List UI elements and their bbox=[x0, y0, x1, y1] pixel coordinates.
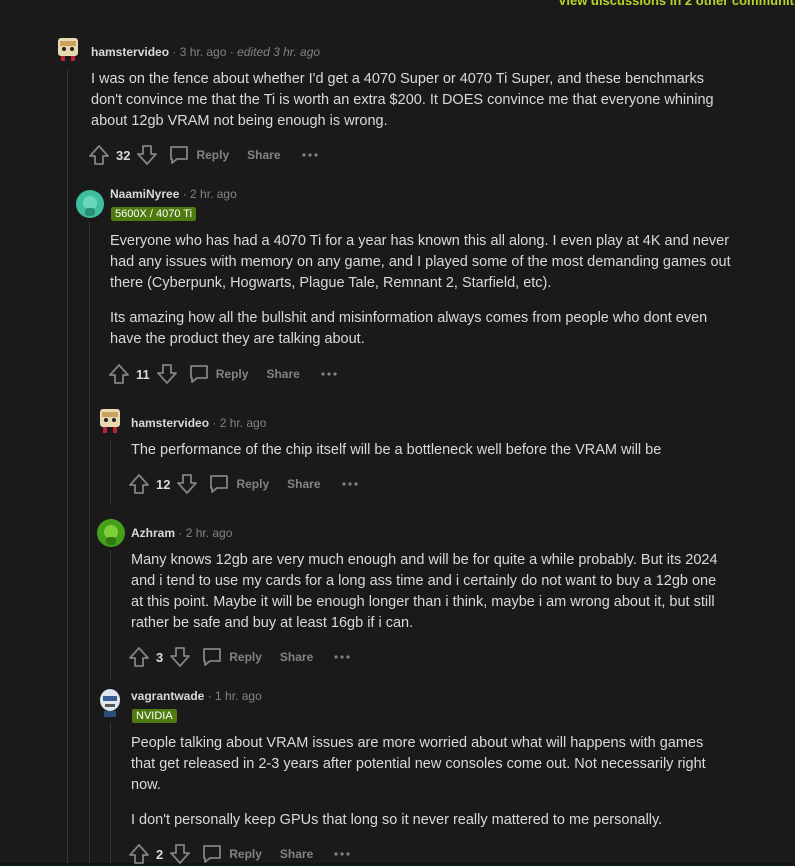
comment-paragraph: People talking about VRAM issues are mor… bbox=[131, 735, 706, 793]
timestamp[interactable]: 2 hr. ago bbox=[186, 526, 233, 540]
reply-button[interactable]: Reply bbox=[168, 144, 229, 166]
username[interactable]: NaamiNyree bbox=[110, 187, 179, 201]
comment-bubble-icon bbox=[203, 648, 222, 666]
avatar[interactable] bbox=[53, 32, 83, 62]
comment-meta: Azhram · 2 hr. ago bbox=[131, 526, 233, 540]
upvote-icon[interactable] bbox=[108, 363, 130, 385]
thread-line bbox=[67, 70, 68, 863]
vote-count: 12 bbox=[156, 476, 171, 492]
upvote-icon[interactable] bbox=[88, 144, 110, 166]
edited-label: edited 3 hr. ago bbox=[237, 45, 321, 59]
share-label: Share bbox=[279, 847, 314, 861]
avatar[interactable] bbox=[97, 519, 125, 547]
timestamp[interactable]: 3 hr. ago bbox=[180, 45, 227, 59]
reply-label: Reply bbox=[196, 148, 230, 162]
username[interactable]: Azhram bbox=[131, 526, 175, 540]
comment-paragraph: The performance of the chip itself will … bbox=[131, 442, 662, 458]
comment-actions: 3 Reply Share bbox=[128, 645, 351, 669]
share-label: Share bbox=[287, 477, 321, 491]
more-options-icon[interactable] bbox=[333, 851, 351, 857]
share-label: Share bbox=[266, 367, 300, 381]
comment-paragraph: I was on the fence about whether I'd get… bbox=[91, 71, 714, 129]
vote-count: 11 bbox=[136, 366, 150, 382]
reply-button[interactable]: Reply bbox=[201, 646, 262, 668]
comment-paragraph: I don't personally keep GPUs that long s… bbox=[131, 812, 663, 828]
avatar[interactable] bbox=[95, 686, 125, 718]
username[interactable]: hamstervideo bbox=[131, 416, 209, 430]
reply-label: Reply bbox=[229, 847, 262, 861]
share-button[interactable]: Share bbox=[280, 650, 313, 664]
vote-count: 3 bbox=[156, 649, 164, 665]
reply-label: Reply bbox=[236, 477, 270, 491]
downvote-icon[interactable] bbox=[156, 363, 178, 385]
comment-bubble-icon bbox=[189, 365, 208, 383]
vote-count: 2 bbox=[156, 846, 164, 862]
reply-button[interactable]: Reply bbox=[188, 363, 249, 385]
upvote-icon[interactable] bbox=[128, 843, 150, 865]
share-button[interactable]: Share bbox=[247, 148, 280, 162]
more-options-icon[interactable] bbox=[333, 654, 351, 660]
reply-button[interactable]: Reply bbox=[208, 473, 269, 495]
timestamp[interactable]: 1 hr. ago bbox=[215, 689, 262, 703]
comment-bubble-icon bbox=[210, 475, 229, 493]
share-button[interactable]: Share bbox=[266, 367, 299, 381]
more-options-icon[interactable] bbox=[301, 152, 319, 158]
comment-meta: NaamiNyree · 2 hr. ago bbox=[110, 187, 237, 201]
share-label: Share bbox=[279, 650, 314, 664]
comment-body: Many knows 12gb are very much enough and… bbox=[131, 550, 726, 648]
upvote-icon[interactable] bbox=[128, 646, 150, 668]
comment-actions: 12 Reply Share bbox=[128, 472, 359, 496]
comment-meta: hamstervideo · 3 hr. ago · edited 3 hr. … bbox=[91, 45, 321, 59]
comment-bubble-icon bbox=[170, 146, 189, 164]
comment-body: I was on the fence about whether I'd get… bbox=[91, 69, 731, 146]
comment-body: People talking about VRAM issues are mor… bbox=[131, 733, 731, 845]
comment-body: Everyone who has had a 4070 Ti for a yea… bbox=[110, 231, 735, 364]
more-options-icon[interactable] bbox=[341, 481, 359, 487]
comment-meta: vagrantwade · 1 hr. ago bbox=[131, 689, 262, 703]
comment-paragraph: Many knows 12gb are very much enough and… bbox=[131, 552, 718, 631]
reply-button[interactable]: Reply bbox=[201, 843, 262, 865]
comment-meta: hamstervideo · 2 hr. ago bbox=[131, 416, 267, 430]
comment-paragraph: Its amazing how all the bullshit and mis… bbox=[110, 310, 708, 347]
timestamp[interactable]: 2 hr. ago bbox=[220, 416, 267, 430]
share-button[interactable]: Share bbox=[280, 847, 313, 861]
reply-label: Reply bbox=[215, 367, 249, 381]
downvote-icon[interactable] bbox=[169, 843, 191, 865]
comment-bubble-icon bbox=[203, 845, 222, 863]
thread-line bbox=[110, 550, 111, 680]
comment-actions: 11 Reply Share bbox=[108, 362, 338, 386]
downvote-icon[interactable] bbox=[176, 473, 198, 495]
downvote-icon[interactable] bbox=[169, 646, 191, 668]
user-flair: NVIDIA bbox=[132, 709, 177, 723]
username[interactable]: vagrantwade bbox=[131, 689, 204, 703]
comment-actions: 32 Reply Share bbox=[88, 143, 319, 167]
username[interactable]: hamstervideo bbox=[91, 45, 169, 59]
avatar[interactable] bbox=[76, 190, 104, 218]
downvote-icon[interactable] bbox=[136, 144, 158, 166]
upvote-icon[interactable] bbox=[128, 473, 150, 495]
comment-actions: 2 Reply Share bbox=[128, 842, 351, 866]
timestamp[interactable]: 2 hr. ago bbox=[190, 187, 237, 201]
reply-label: Reply bbox=[229, 650, 262, 664]
thread-line bbox=[89, 222, 90, 863]
view-discussions-link[interactable]: View discussions in 2 other communities bbox=[558, 0, 795, 8]
share-button[interactable]: Share bbox=[287, 477, 320, 491]
thread-line bbox=[110, 440, 111, 505]
left-gutter bbox=[0, 0, 42, 863]
comment-paragraph: Everyone who has had a 4070 Ti for a yea… bbox=[110, 233, 731, 291]
vote-count: 32 bbox=[116, 147, 131, 163]
user-flair: 5600X / 4070 Ti bbox=[111, 207, 197, 221]
thread-line bbox=[110, 722, 111, 863]
share-label: Share bbox=[247, 148, 281, 162]
avatar[interactable] bbox=[95, 403, 125, 435]
comment-body: The performance of the chip itself will … bbox=[131, 440, 751, 475]
more-options-icon[interactable] bbox=[320, 371, 338, 377]
